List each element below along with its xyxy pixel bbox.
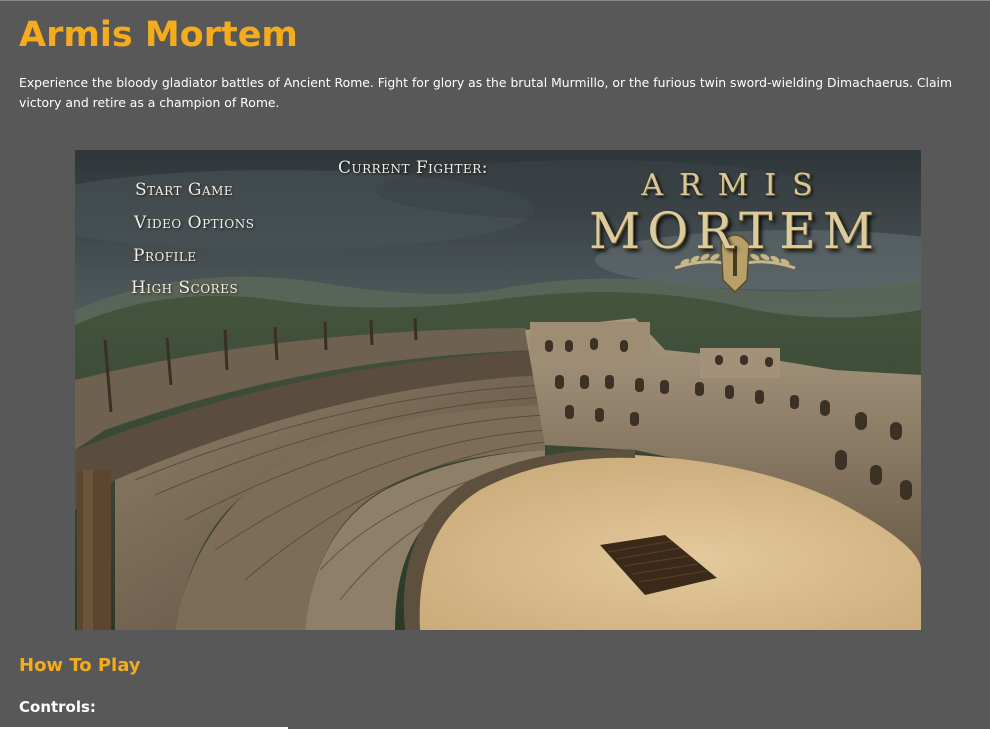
game-logo: ARMIS MORTEM xyxy=(565,168,905,313)
intro-text: Experience the bloody gladiator battles … xyxy=(19,75,953,110)
menu-high-scores: High Scores xyxy=(131,278,239,298)
menu-video-options: Video Options xyxy=(134,213,255,233)
menu-start-game: Start Game xyxy=(135,180,234,200)
current-fighter-label: Current Fighter: xyxy=(338,158,488,178)
menu-profile: Profile xyxy=(133,246,197,266)
logo-line-mortem: MORTEM xyxy=(589,202,881,260)
logo-line-armis: ARMIS xyxy=(641,168,829,203)
game-screenshot: Start Game Video Options Profile High Sc… xyxy=(75,150,921,630)
controls-heading: Controls: xyxy=(19,698,96,716)
top-border xyxy=(0,0,990,1)
page-title: Armis Mortem xyxy=(19,15,298,55)
how-to-play-heading: How To Play xyxy=(19,655,141,676)
